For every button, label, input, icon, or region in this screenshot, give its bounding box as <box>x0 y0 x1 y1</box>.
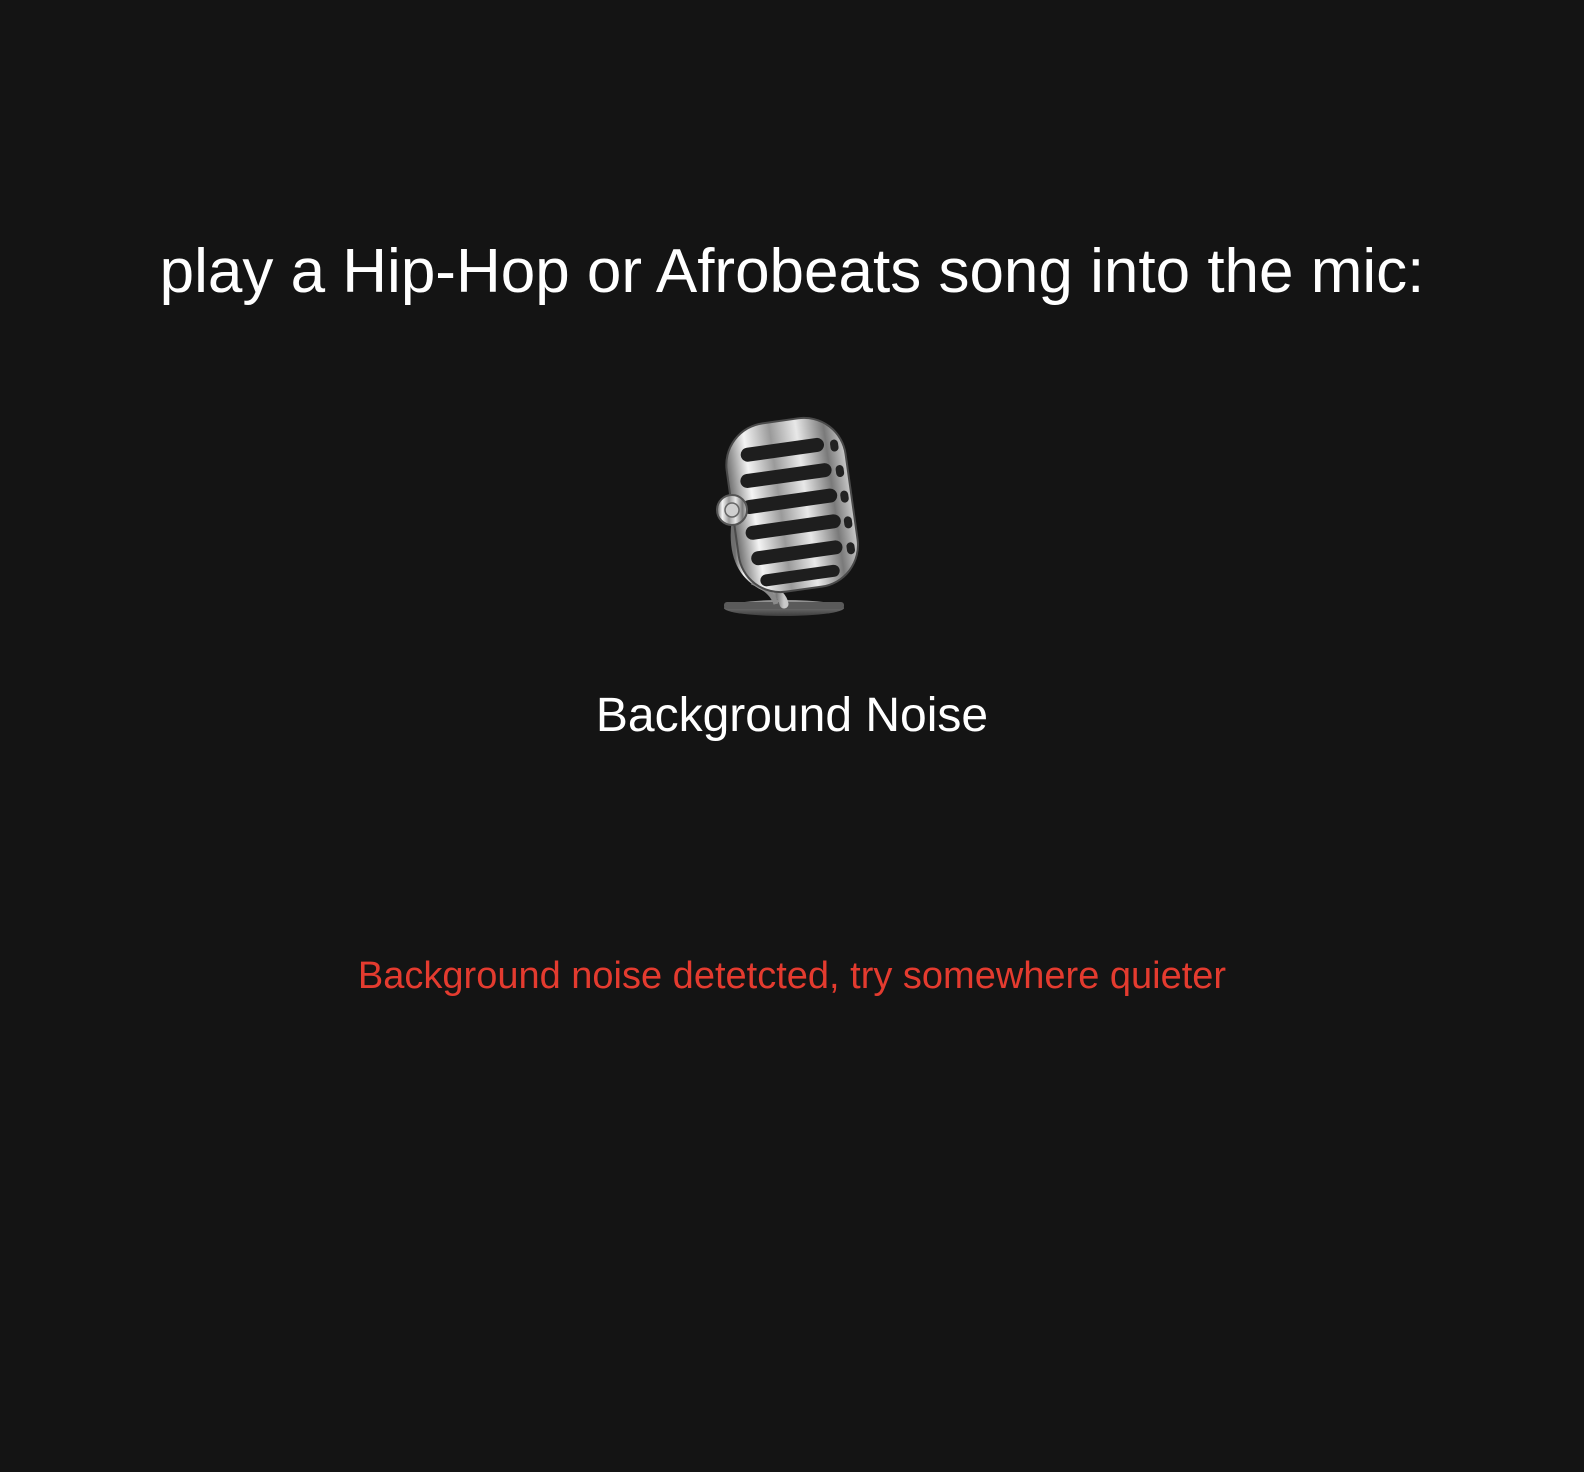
recorder-page: play a Hip-Hop or Afrobeats song into th… <box>0 0 1584 1472</box>
studio-microphone-icon <box>716 416 859 616</box>
background-noise-warning: Background noise detetcted, try somewher… <box>357 955 1227 997</box>
instruction-heading: play a Hip-Hop or Afrobeats song into th… <box>159 237 1425 306</box>
status-label: Background Noise <box>595 689 989 742</box>
microphone-button[interactable] <box>712 412 872 626</box>
